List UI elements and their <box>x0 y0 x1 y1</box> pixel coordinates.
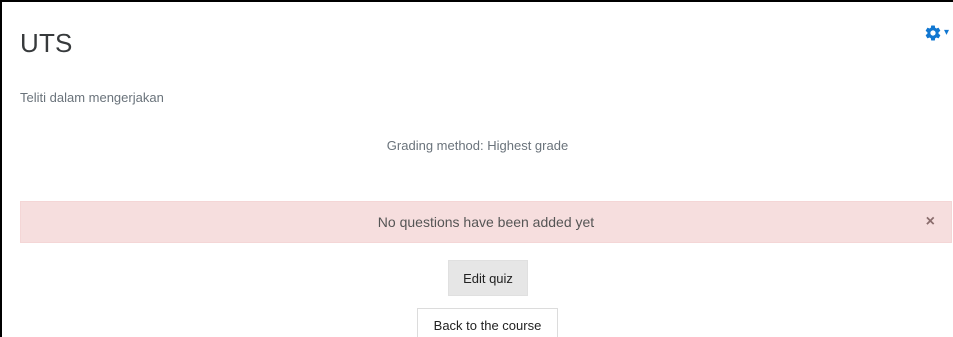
grading-method: Grading method: Highest grade <box>386 138 569 153</box>
chevron-down-icon: ▾ <box>943 27 949 38</box>
page-title: UTS <box>20 28 73 58</box>
no-questions-alert: No questions have been added yet × <box>20 201 952 243</box>
quiz-intro: Teliti dalam mengerjakan <box>20 90 164 105</box>
close-icon[interactable]: × <box>926 214 935 230</box>
alert-message: No questions have been added yet <box>377 214 595 230</box>
edit-quiz-button[interactable]: Edit quiz <box>448 260 528 296</box>
quiz-page: UTS ▾ Teliti dalam mengerjakan Grading m… <box>0 0 953 337</box>
gear-icon <box>924 24 942 42</box>
settings-menu-button[interactable]: ▾ <box>924 24 949 42</box>
back-to-course-button[interactable]: Back to the course <box>417 308 558 337</box>
